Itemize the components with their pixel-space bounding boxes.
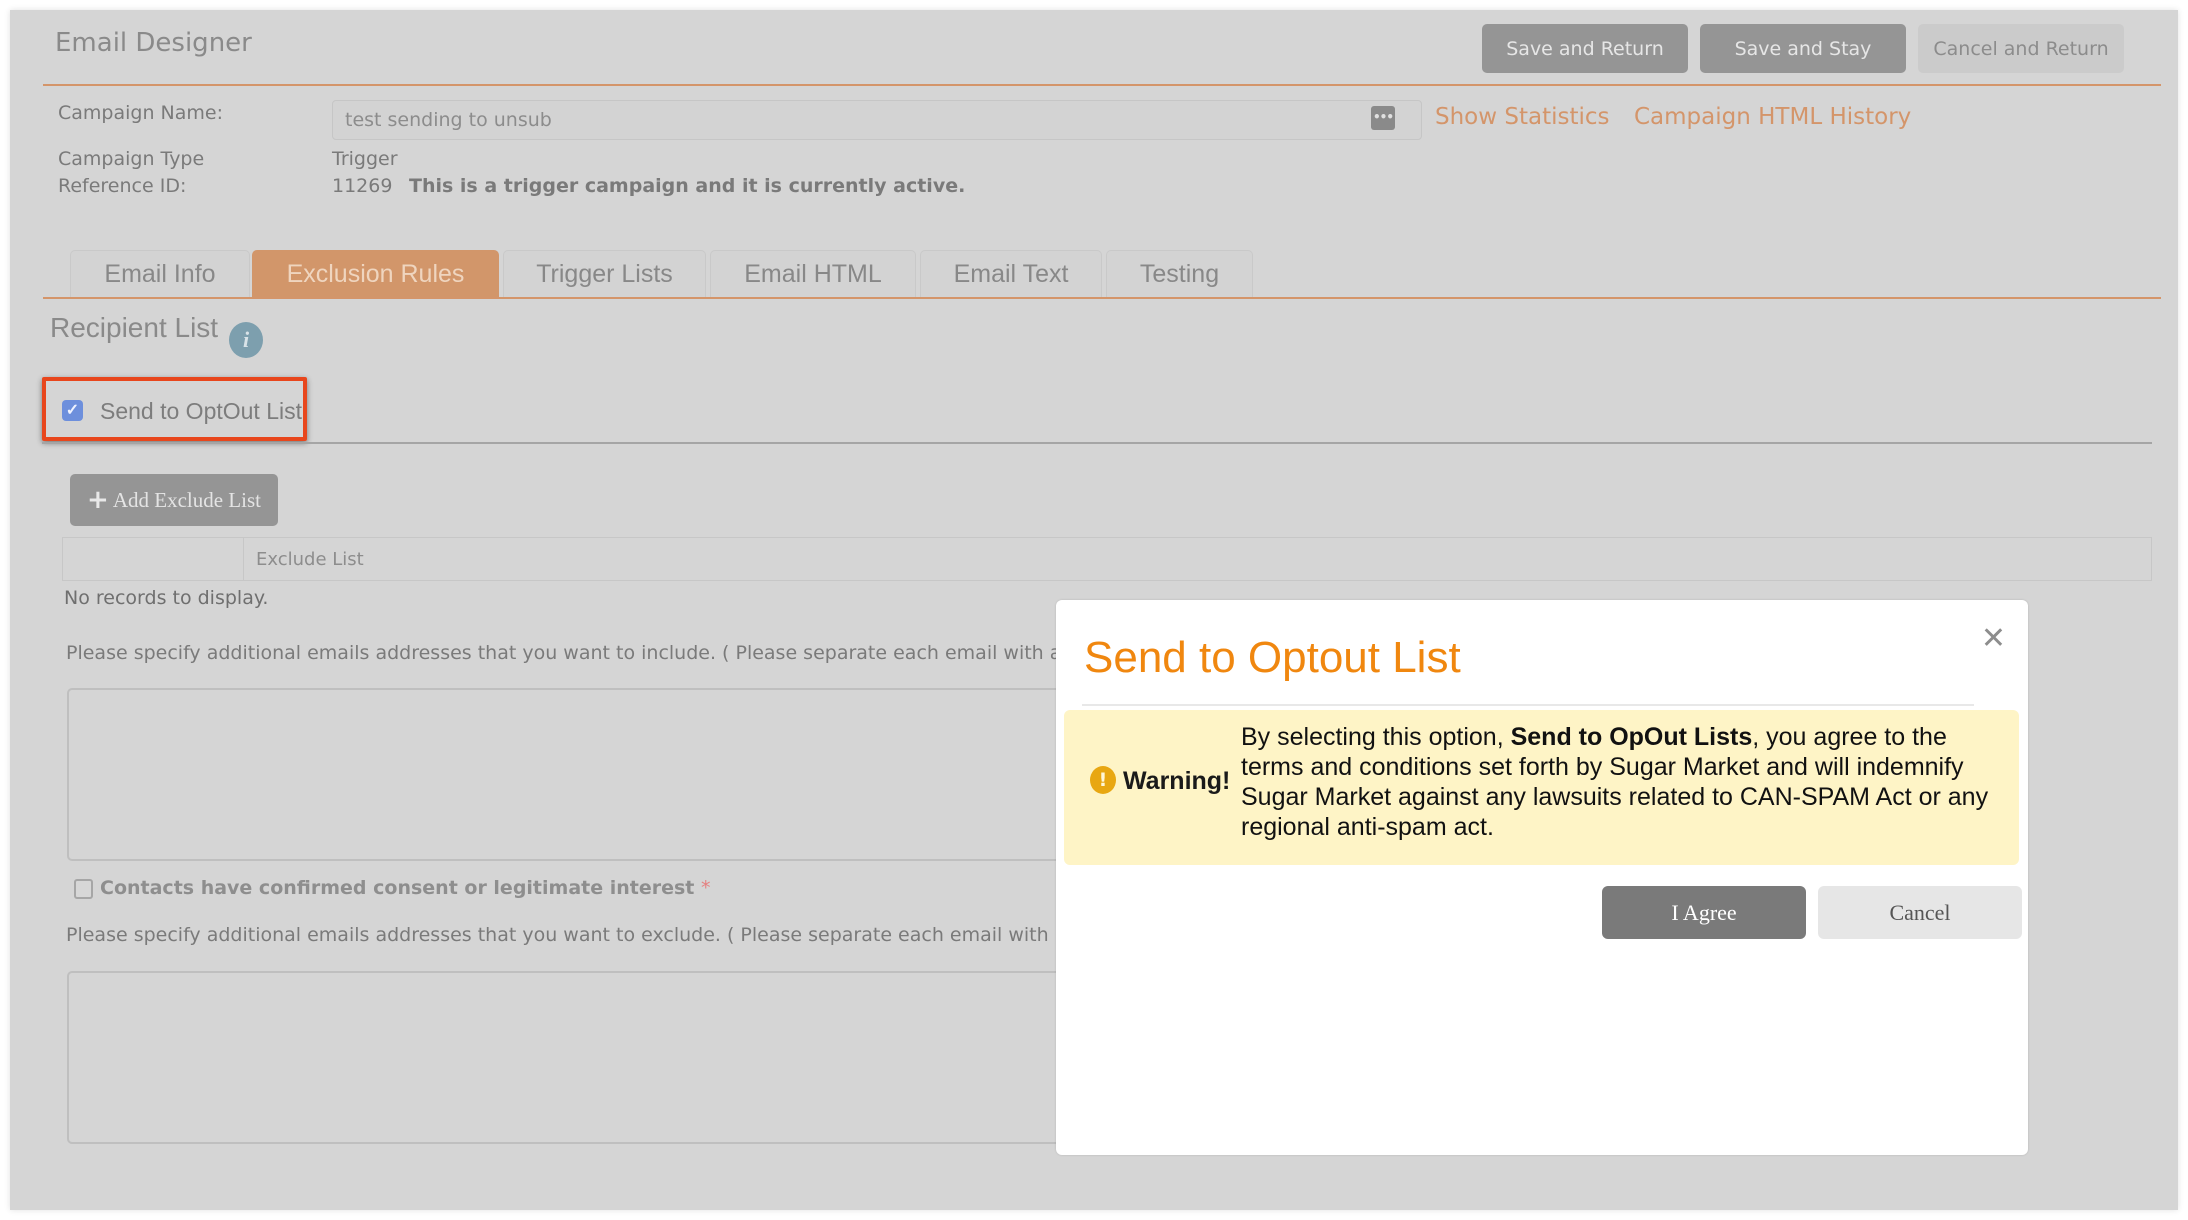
close-icon[interactable]: ✕ <box>1981 624 2006 654</box>
consent-checkbox[interactable] <box>74 879 93 899</box>
tab-label: Email Info <box>104 259 216 288</box>
include-emails-textarea[interactable] <box>67 688 1107 861</box>
send-to-optout-label[interactable]: Send to OptOut List <box>100 398 302 425</box>
add-exclude-list-button[interactable]: + Add Exclude List <box>70 474 278 526</box>
warning-message: By selecting this option, Send to OpOut … <box>1241 722 2011 842</box>
tab-exclusion-rules[interactable]: Exclusion Rules <box>252 250 499 297</box>
show-statistics-link[interactable]: Show Statistics <box>1435 104 1610 130</box>
reference-id-label: Reference ID: <box>58 175 187 197</box>
exclude-emails-textarea[interactable] <box>67 971 1107 1144</box>
campaign-name-label: Campaign Name: <box>58 102 223 124</box>
tab-label: Email Text <box>953 259 1069 288</box>
warning-text-pre: By selecting this option, <box>1241 723 1511 751</box>
warning-text-bold: Send to OpOut Lists <box>1510 723 1753 751</box>
campaign-html-history-link[interactable]: Campaign HTML History <box>1634 104 1911 130</box>
tab-label: Trigger Lists <box>536 259 673 288</box>
tab-email-text[interactable]: Email Text <box>920 250 1102 297</box>
plus-icon: + <box>87 485 109 515</box>
grid-column-exclude-list[interactable]: Exclude List <box>256 538 364 580</box>
page-title: Email Designer <box>55 28 252 58</box>
save-and-return-button[interactable]: Save and Return <box>1482 24 1688 73</box>
section-divider <box>42 442 2152 444</box>
tab-label: Email HTML <box>744 259 882 288</box>
no-records-text: No records to display. <box>64 587 269 609</box>
tab-trigger-lists[interactable]: Trigger Lists <box>503 250 706 297</box>
campaign-type-value: Trigger <box>332 148 398 170</box>
warning-title: Warning! <box>1123 767 1231 795</box>
send-to-optout-modal: Send to Optout List ✕ ! Warning! By sele… <box>1056 600 2028 1155</box>
required-star: * <box>701 877 711 899</box>
tab-label: Testing <box>1139 259 1220 288</box>
consent-label[interactable]: Contacts have confirmed consent or legit… <box>100 877 711 899</box>
modal-title: Send to Optout List <box>1084 633 1461 682</box>
save-and-stay-button[interactable]: Save and Stay <box>1700 24 1906 73</box>
campaign-name-value: test sending to unsub <box>345 109 552 131</box>
info-icon[interactable]: i <box>229 322 263 358</box>
cancel-and-return-button[interactable]: Cancel and Return <box>1918 24 2124 73</box>
i-agree-button[interactable]: I Agree <box>1602 886 1806 939</box>
reference-id-value: 11269 <box>332 175 393 197</box>
exclude-list-grid-header: Exclude List <box>62 537 2152 581</box>
tab-email-html[interactable]: Email HTML <box>710 250 916 297</box>
cancel-button[interactable]: Cancel <box>1818 886 2022 939</box>
warning-icon: ! <box>1090 766 1116 794</box>
tab-testing[interactable]: Testing <box>1106 250 1253 297</box>
send-to-optout-checkbox[interactable]: ✓ <box>62 400 83 421</box>
warning-alert: ! Warning! By selecting this option, Sen… <box>1064 710 2019 865</box>
exclude-emails-hint: Please specify additional emails address… <box>66 924 1049 946</box>
consent-label-text: Contacts have confirmed consent or legit… <box>100 877 695 899</box>
campaign-type-label: Campaign Type <box>58 148 205 170</box>
email-designer-page: Email Designer Save and Return Save and … <box>10 10 2178 1210</box>
add-exclude-list-label: Add Exclude List <box>112 487 261 512</box>
campaign-name-input[interactable]: test sending to unsub ••• <box>332 100 1422 140</box>
grid-select-column[interactable] <box>63 538 244 580</box>
header-divider <box>43 84 2161 86</box>
modal-divider <box>1082 704 1974 706</box>
campaign-status-text: This is a trigger campaign and it is cur… <box>409 175 966 197</box>
tab-divider <box>43 297 2161 299</box>
tab-label: Exclusion Rules <box>286 259 465 288</box>
recipient-list-title: Recipient List <box>50 312 219 343</box>
include-emails-hint: Please specify additional emails address… <box>66 642 1062 664</box>
tab-email-info[interactable]: Email Info <box>70 250 250 297</box>
dots-icon[interactable]: ••• <box>1371 106 1395 130</box>
